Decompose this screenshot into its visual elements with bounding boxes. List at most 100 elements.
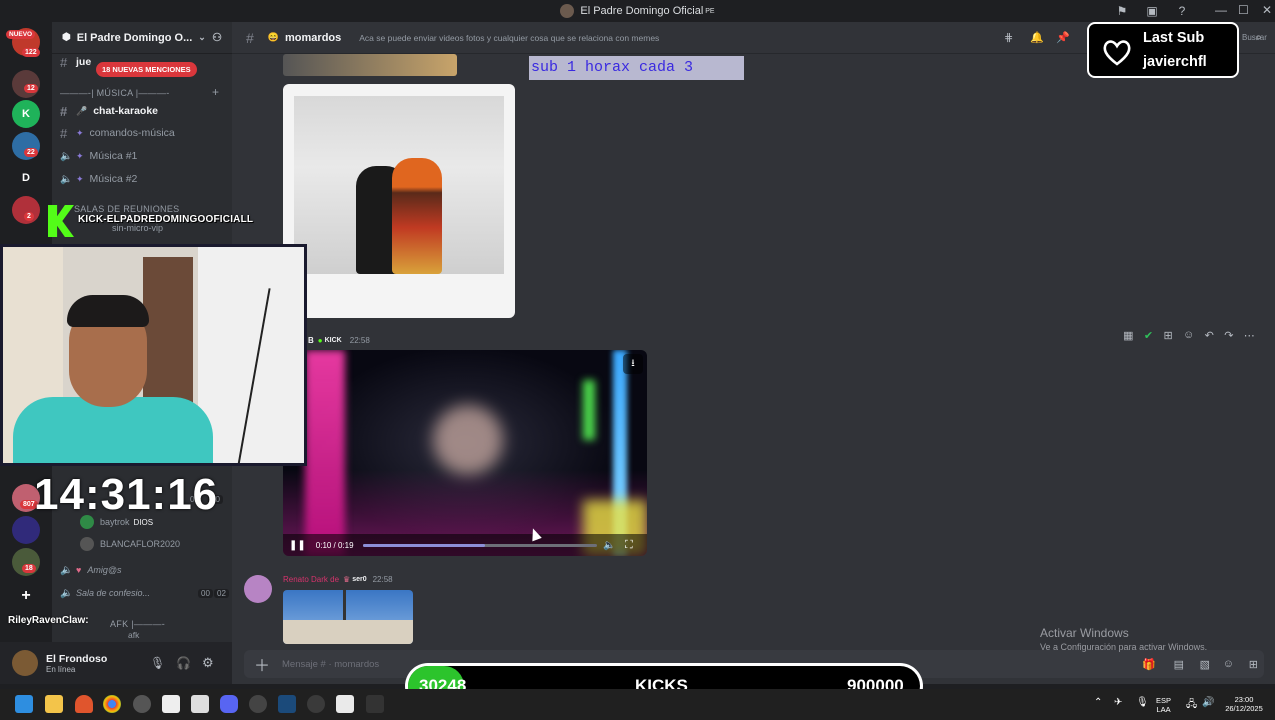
media-player-icon[interactable] [249,695,267,713]
clock-date-text: 26/12/2025 [1225,704,1263,713]
music-emoji-icon: ✦ [76,127,84,138]
settings-gear-icon[interactable]: ⚙ [202,655,214,671]
network-icon[interactable]: 🖧 [1186,697,1197,714]
reply-icon[interactable]: ↶ [1205,329,1214,342]
app-favicon-icon [560,4,575,18]
image-attachment[interactable] [283,54,457,76]
tray-overflow-icon[interactable]: ⌃ [1094,697,1102,708]
user-name: El Frondoso [46,652,108,665]
fullscreen-icon[interactable]: ⛶ [625,539,633,552]
forward-icon[interactable]: ↷ [1224,329,1233,342]
server-icon[interactable]: 18 [12,548,40,576]
windows-start-icon[interactable] [15,695,33,713]
keyboard-language[interactable]: ESP LAA [1156,696,1171,714]
role-icon: ♛ [343,575,351,584]
calculator-icon[interactable] [336,695,354,713]
message-badge: ser0 [352,576,367,583]
app-icon[interactable] [366,695,384,713]
tray-mic-icon[interactable]: 🎙 [1136,697,1149,708]
sticker-icon[interactable]: ▧ [1200,658,1210,671]
search-icon[interactable]: ⌕ [1256,32,1262,43]
more-icon[interactable]: ⋯ [1244,329,1255,342]
file-explorer-icon[interactable] [45,695,63,713]
checkmark-icon[interactable]: ✔ [1144,329,1153,342]
gif-icon[interactable]: ▤ [1174,658,1184,671]
add-attachment-icon[interactable]: ＋ [254,652,270,676]
screen-share-icon[interactable]: ▣ [1145,4,1159,18]
channel-item-chat-karaoke[interactable]: # 🎤 chat-karaoke [60,101,228,121]
obs-icon[interactable] [307,695,325,713]
app-icon[interactable] [133,695,151,713]
pin-icon[interactable]: 📌 [1056,31,1070,44]
microphone-icon[interactable]: 🎙 [150,656,165,670]
emoji-icon[interactable]: ☺ [1223,658,1234,670]
server-icon[interactable]: 12 [12,70,40,98]
reaction-icon[interactable]: ▦ [1123,329,1133,342]
channel-item-sala-confesion[interactable]: 🔈 Sala de confesio... 00 02 [60,583,229,603]
music-emoji-icon: ✦ [76,150,84,161]
volume-icon[interactable]: 🔊 [1202,697,1214,708]
window-titlebar: El Padre Domingo Oficial PE [0,0,1275,22]
message-author[interactable]: Renato Dark de [283,575,339,584]
user-avatar[interactable] [12,650,38,676]
reaction-icon[interactable]: ⊞ [1163,329,1172,342]
minimize-button[interactable]: — [1215,3,1227,17]
video-controls: ❚❚ 0:10 / 0:19 🔈 ⛶ [283,534,647,556]
server-icon[interactable] [12,516,40,544]
video-player[interactable]: ❚❚ 0:10 / 0:19 🔈 ⛶ [283,350,647,556]
apps-icon[interactable]: ⊞ [1249,658,1258,671]
maximize-button[interactable]: ☐ [1238,3,1249,17]
gift-icon[interactable]: 🎁 [1142,658,1156,671]
store-icon[interactable] [162,695,180,713]
photo[interactable] [294,96,504,274]
steam-icon[interactable] [278,695,296,713]
category-music[interactable]: ———-| MÚSICA |———- [60,88,170,98]
video-time: 0:10 / 0:19 [315,540,354,550]
video-progress-fill [363,544,485,547]
chrome-icon[interactable] [103,695,121,713]
inbox-flag-icon[interactable]: ⚑ [1115,4,1129,18]
video-progress-bar[interactable] [363,544,597,547]
channel-topic[interactable]: Aca se puede enviar videos fotos y cualq… [359,33,659,43]
notification-bell-icon[interactable]: 🔔 [1030,31,1044,44]
server-icon[interactable]: 22 [12,132,40,160]
server-name: El Padre Domingo O... [76,31,193,44]
server-icon[interactable]: 2 [12,196,40,224]
download-icon[interactable]: ⭳ [623,354,643,374]
photo-building [283,620,413,644]
message-author[interactable]: B [308,336,314,345]
discord-icon[interactable] [220,695,238,713]
brave-browser-icon[interactable] [75,695,93,713]
channel-item-musica-1[interactable]: 🔈 ✦ Música #1 [60,146,228,166]
clock-date[interactable]: 23:00 26/12/2025 [1222,695,1266,713]
headphones-icon[interactable]: 🎧 [176,656,191,670]
category-rooms[interactable]: SALAS DE REUNIONES [74,204,179,214]
volume-icon[interactable]: 🔈 [603,540,615,551]
add-member-icon[interactable]: ⚇ [212,31,222,44]
channel-item-comandos-musica[interactable]: # ✦ comandos-música [60,123,228,143]
server-icon-new[interactable]: NUEVO 122 [6,28,40,57]
close-button[interactable]: ✕ [1262,3,1272,17]
server-icon-d[interactable]: D [12,164,40,192]
add-reaction-icon[interactable]: ☺ [1183,329,1194,341]
avatar[interactable] [244,575,272,603]
server-header[interactable]: ⬢ El Padre Domingo O... ⌄ ⚇ [52,22,232,54]
voice-user[interactable]: BLANCAFLOR2020 ⊘ [80,534,248,554]
channel-item-amigos[interactable]: 🔈 ♥ Amig@s [60,560,228,580]
mention-pill[interactable]: 18 NUEVAS MENCIONES [96,62,197,77]
image-attachment[interactable] [283,590,413,644]
server-icon-kick[interactable]: K [12,100,40,128]
add-channel-icon[interactable]: + [212,85,219,99]
category-afk[interactable]: AFK |———- [110,619,165,629]
sub-overlay-text: sub 1 horax cada 3 [529,56,744,80]
threads-icon[interactable]: ⋕ [1004,31,1013,44]
channel-label: Amig@s [87,565,122,575]
add-server-icon[interactable]: + [12,582,40,610]
tray-app-icon[interactable]: ✈ [1114,697,1122,708]
notepad-icon[interactable] [191,695,209,713]
help-icon[interactable]: ? [1175,4,1189,18]
pause-icon[interactable]: ❚❚ [289,540,306,551]
hash-icon: # [246,29,254,46]
search-input[interactable]: Buscar [1242,33,1267,42]
channel-item-musica-2[interactable]: 🔈 ✦ Música #2 [60,169,228,189]
